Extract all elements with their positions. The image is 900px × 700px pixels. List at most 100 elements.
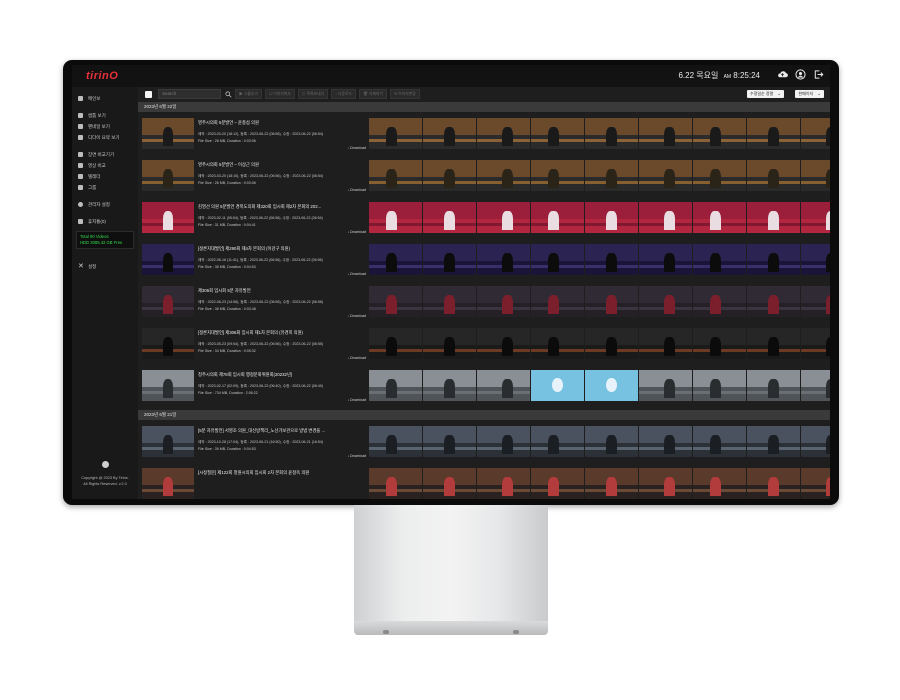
video-thumbnail[interactable] xyxy=(142,370,194,401)
video-frame[interactable] xyxy=(369,426,422,457)
video-frame[interactable] xyxy=(801,160,830,191)
user-icon[interactable] xyxy=(795,69,806,80)
video-frame[interactable] xyxy=(423,286,476,317)
video-frame[interactable] xyxy=(423,202,476,233)
video-frame[interactable] xyxy=(423,468,476,499)
collapse-icon[interactable] xyxy=(101,461,109,468)
view-select[interactable]: 한페이지 ⌄ xyxy=(795,90,824,98)
video-frame[interactable] xyxy=(639,202,692,233)
video-frame[interactable] xyxy=(693,160,746,191)
video-frame[interactable] xyxy=(585,202,638,233)
video-thumbnail[interactable] xyxy=(142,202,194,233)
video-frame[interactable] xyxy=(639,118,692,149)
video-frame[interactable] xyxy=(477,468,530,499)
video-frame[interactable] xyxy=(531,468,584,499)
video-thumbnail[interactable] xyxy=(142,244,194,275)
cloud-upload-icon[interactable] xyxy=(777,69,788,80)
video-frame[interactable] xyxy=(747,426,800,457)
video-frame[interactable] xyxy=(693,426,746,457)
video-title[interactable]: [5분 자유발언] 서영조 의원_대신방책리_노선가보관으로 방법 변경을 ..… xyxy=(198,428,366,434)
video-row[interactable]: 영주시의회 5분발언 – 윤충섭 의원 제작 : 2023-03-20 (18:1… xyxy=(138,116,830,153)
download-link[interactable]: ↓ Download xyxy=(347,398,366,402)
video-frame[interactable] xyxy=(531,328,584,359)
search-icon[interactable] xyxy=(225,90,232,98)
video-frame[interactable] xyxy=(531,202,584,233)
sidebar-item-folder[interactable]: 텔레더 xyxy=(72,171,138,182)
video-frame[interactable] xyxy=(369,370,422,401)
video-frame[interactable] xyxy=(477,286,530,317)
change-image-button[interactable]: ⟲ 이미지변경 xyxy=(389,89,420,99)
video-frame[interactable] xyxy=(423,370,476,401)
video-frame[interactable] xyxy=(639,328,692,359)
video-thumbnail[interactable] xyxy=(142,426,194,457)
video-frame[interactable] xyxy=(585,160,638,191)
download-button[interactable]: ↓ 다운로드 xyxy=(331,89,357,99)
sidebar-item-settings[interactable]: ✕ 설정 xyxy=(72,261,138,272)
copy-image-button[interactable]: ☐ 이미지복사 xyxy=(264,89,295,99)
video-frame[interactable] xyxy=(585,118,638,149)
sidebar-item-panel[interactable]: 팬네일 보기 xyxy=(72,121,138,132)
video-frame[interactable] xyxy=(639,468,692,499)
app-logo[interactable]: tirinO xyxy=(86,70,118,82)
video-frame[interactable] xyxy=(369,244,422,275)
video-frame[interactable] xyxy=(693,244,746,275)
video-frame[interactable] xyxy=(801,286,830,317)
sidebar-item-video-compare[interactable]: 영상 비교 xyxy=(72,160,138,171)
video-frame[interactable] xyxy=(477,202,530,233)
sidebar-item-scene-compare[interactable]: 장면 비교기기 xyxy=(72,149,138,160)
video-frame[interactable] xyxy=(531,244,584,275)
video-frame[interactable] xyxy=(477,118,530,149)
video-thumbnail[interactable] xyxy=(142,118,194,149)
video-frame[interactable] xyxy=(585,426,638,457)
video-frame[interactable] xyxy=(639,370,692,401)
video-frame[interactable] xyxy=(639,286,692,317)
video-frame[interactable] xyxy=(693,118,746,149)
video-thumbnail[interactable] xyxy=(142,328,194,359)
video-row[interactable]: 영주시의회 5분발언 – 이상근 의원 제작 : 2023-03-20 (18:1… xyxy=(138,158,830,195)
video-frame[interactable] xyxy=(801,202,830,233)
video-frame[interactable] xyxy=(747,286,800,317)
video-frame[interactable] xyxy=(477,370,530,401)
video-frame[interactable] xyxy=(801,370,830,401)
download-link[interactable]: ↓ Download xyxy=(347,272,366,276)
video-frame[interactable] xyxy=(369,202,422,233)
video-frame[interactable] xyxy=(369,160,422,191)
video-frame[interactable] xyxy=(801,468,830,499)
video-title[interactable]: [정론지대발언] 제290회 제4차 본회의 (이강구 의원) xyxy=(198,246,366,252)
video-row[interactable]: 청주시의회 제78회 임시회 행정문화위원회(20232년) 제작 : 2023-… xyxy=(138,368,830,405)
video-thumbnail[interactable] xyxy=(142,286,194,317)
sidebar-item-group[interactable]: 그룹 xyxy=(72,182,138,193)
video-title[interactable]: 청주시의회 제78회 임시회 행정문화위원회(20232년) xyxy=(198,372,366,378)
video-frame[interactable] xyxy=(531,370,584,401)
video-row[interactable]: 제306회 임시회 5분 자유발언 제작 : 2022-06-23 (14:56)… xyxy=(138,284,830,321)
video-frame[interactable] xyxy=(693,202,746,233)
video-frame[interactable] xyxy=(531,160,584,191)
video-frame[interactable] xyxy=(747,160,800,191)
sidebar-item-main[interactable]: 메인보 xyxy=(72,93,138,104)
video-frame[interactable] xyxy=(369,286,422,317)
video-frame[interactable] xyxy=(531,426,584,457)
video-frame[interactable] xyxy=(585,328,638,359)
video-title[interactable]: 영주시의회 5분발언 – 이상근 의원 xyxy=(198,162,366,168)
video-frame[interactable] xyxy=(531,118,584,149)
download-link[interactable]: ↓ Download xyxy=(347,188,366,192)
select-all-checkbox[interactable] xyxy=(145,90,152,98)
video-title[interactable]: 김영선 의원 5분발언 경복도의회 제320회 임시회 제2차 본회의 202.… xyxy=(198,204,366,210)
video-frame[interactable] xyxy=(585,468,638,499)
video-frame[interactable] xyxy=(477,244,530,275)
download-link[interactable]: ↓ Download xyxy=(347,146,366,150)
video-frame[interactable] xyxy=(801,244,830,275)
video-frame[interactable] xyxy=(747,328,800,359)
video-row[interactable]: [5분 자유발언] 서영조 의원_대신방책리_노선가보관으로 방법 변경을 ..… xyxy=(138,424,830,461)
video-frame[interactable] xyxy=(747,202,800,233)
video-frame[interactable] xyxy=(801,328,830,359)
video-row[interactable]: [시정질문] 제122회 청원시의회 임시회 2차 본회의 윤정옥 의원 xyxy=(138,466,830,499)
video-title[interactable]: 영주시의회 5분발언 – 윤충섭 의원 xyxy=(198,120,366,126)
video-title[interactable]: [정론지대발언] 제306회 임시회 제1차 본회의 (유경희 의원) xyxy=(198,330,366,336)
sidebar-item-summary[interactable]: 디다이 요약 보기 xyxy=(72,132,138,143)
add-group-button[interactable]: ▶ 그룹추가 xyxy=(235,89,262,99)
video-frame[interactable] xyxy=(369,118,422,149)
video-frame[interactable] xyxy=(693,286,746,317)
video-frame[interactable] xyxy=(423,244,476,275)
video-frame[interactable] xyxy=(423,328,476,359)
